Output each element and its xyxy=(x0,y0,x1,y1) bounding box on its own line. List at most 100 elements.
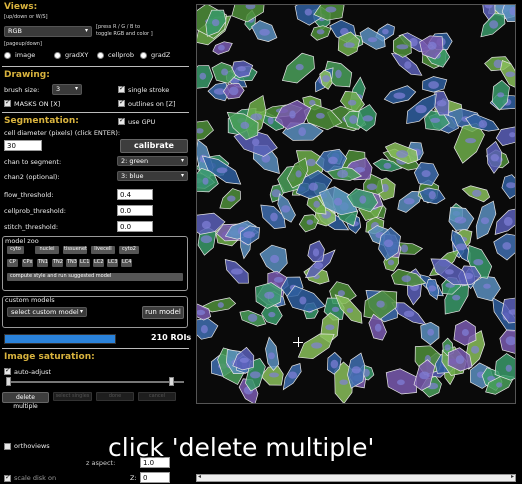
radio-gradz[interactable] xyxy=(140,52,147,59)
saturation-slider-track[interactable] xyxy=(6,381,184,383)
cell-nucleus xyxy=(322,75,330,83)
delete-multiple-button[interactable]: delete multiple xyxy=(2,392,49,410)
cell-nucleus xyxy=(273,276,284,283)
progress-bar xyxy=(4,334,116,344)
z-input[interactable]: 0 xyxy=(140,472,170,483)
calibrate-button[interactable]: calibrate xyxy=(120,139,188,153)
cell-nucleus xyxy=(259,28,270,36)
cell-nucleus xyxy=(505,71,515,78)
run-model-button[interactable]: run model xyxy=(142,306,184,319)
z-slider[interactable]: ◂ ▸ xyxy=(196,473,516,482)
single-stroke-checkbox[interactable] xyxy=(118,84,125,93)
model-tn3-button[interactable]: TN3 xyxy=(66,259,77,267)
cancel-button[interactable]: cancel xyxy=(138,392,176,401)
cell-nucleus xyxy=(490,154,499,162)
outlines-on-checkbox[interactable] xyxy=(118,98,125,107)
chan2-select[interactable]: 3: blue ▾ xyxy=(117,171,188,181)
cell-nucleus xyxy=(264,291,275,299)
cell-nucleus xyxy=(243,231,255,239)
cell-nucleus xyxy=(430,117,441,123)
stitch-threshold-input[interactable]: 0.0 xyxy=(117,221,153,232)
chan-select[interactable]: 2: green ▾ xyxy=(117,156,188,166)
custom-models-title: custom models xyxy=(5,296,55,304)
suggested-model-button[interactable]: compute style and run suggested model xyxy=(7,273,183,281)
diameter-input[interactable]: 30 xyxy=(4,140,42,151)
auto-adjust-checkbox[interactable] xyxy=(4,366,11,375)
radio-image[interactable] xyxy=(4,52,11,59)
cell-nucleus xyxy=(427,328,435,336)
cell-nucleus xyxy=(452,294,461,301)
model-cyto2-button[interactable]: cyto2 xyxy=(119,246,139,254)
rgb-select[interactable]: RGB ▾ xyxy=(4,26,92,37)
model-livecell-button[interactable]: livecell xyxy=(91,246,115,254)
flow-threshold-input[interactable]: 0.4 xyxy=(117,189,153,200)
image-viewer[interactable] xyxy=(196,4,516,404)
cell-nucleus xyxy=(401,275,412,283)
custom-model-select[interactable]: select custom model ▾ xyxy=(7,307,87,317)
cell-nucleus xyxy=(268,311,276,318)
cell-nucleus xyxy=(268,352,275,360)
cell-nucleus xyxy=(270,212,278,222)
saturation-low-handle[interactable] xyxy=(6,377,11,386)
model-cyto-button[interactable]: cyto xyxy=(7,246,24,254)
model-tn1-button[interactable]: TN1 xyxy=(37,259,48,267)
cell-nucleus xyxy=(316,112,325,119)
cell-nucleus xyxy=(384,239,394,248)
cell-nucleus xyxy=(227,195,236,202)
model-lc3-button[interactable]: LC3 xyxy=(107,259,118,267)
masks-on-checkbox[interactable] xyxy=(4,98,11,107)
progress-fill xyxy=(5,335,115,343)
model-lc4-button[interactable]: LC4 xyxy=(121,259,132,267)
use-gpu-checkbox[interactable] xyxy=(118,116,125,125)
views-title: Views: xyxy=(4,2,38,12)
orthoviews-checkbox[interactable] xyxy=(4,443,11,450)
cell-nucleus xyxy=(359,195,367,204)
select-singles-button[interactable]: select singles xyxy=(53,392,92,401)
cellprob-threshold-input[interactable]: 0.0 xyxy=(117,205,153,216)
radio-cellprob[interactable] xyxy=(97,52,104,59)
chevron-right-icon[interactable]: ▸ xyxy=(511,473,514,480)
cell-nucleus xyxy=(325,324,335,331)
radio-cellprob-label: cellprob xyxy=(108,51,134,59)
done-button[interactable]: done xyxy=(96,392,134,401)
model-nuclei-button[interactable]: nuclei xyxy=(35,246,59,254)
cell-nucleus xyxy=(337,169,349,178)
model-tissuenet-button[interactable]: tissuenet xyxy=(63,246,87,254)
model-tn2-button[interactable]: TN2 xyxy=(52,259,63,267)
model-cpx-button[interactable]: CPx xyxy=(22,259,33,267)
cell-nucleus xyxy=(212,19,220,27)
cell-nucleus xyxy=(505,336,515,346)
radio-gradxy[interactable] xyxy=(54,52,61,59)
cell-nucleus xyxy=(503,216,513,226)
cell-nucleus xyxy=(328,156,338,165)
scale-disk-checkbox[interactable] xyxy=(4,473,11,482)
cell-nucleus xyxy=(404,61,412,69)
cell-nucleus xyxy=(362,115,374,122)
chevron-left-icon[interactable]: ◂ xyxy=(198,473,201,480)
chan2-label: chan2 (optional): xyxy=(4,173,60,181)
saturation-high-handle[interactable] xyxy=(169,377,174,386)
cell-nucleus xyxy=(456,243,467,251)
cell-nucleus xyxy=(428,191,436,200)
cell-nucleus xyxy=(199,72,207,80)
radio-gradz-label: gradZ xyxy=(151,51,171,59)
cell-nucleus xyxy=(396,150,409,158)
cell-nucleus xyxy=(231,268,243,275)
cell-nucleus xyxy=(229,86,239,96)
model-lc2-button[interactable]: LC2 xyxy=(93,259,104,267)
cell-nucleus xyxy=(298,127,306,137)
cell-nucleus xyxy=(497,92,505,98)
cell-nucleus xyxy=(427,41,437,50)
scale-disk-label: scale disk on xyxy=(14,474,57,482)
toggle-hint-2: toggle RGB and color ] xyxy=(96,31,153,37)
cell-nucleus xyxy=(339,379,348,385)
cell-nucleus xyxy=(421,170,431,178)
model-cp-button[interactable]: CP xyxy=(7,259,18,267)
brush-size-select[interactable]: 3 ▾ xyxy=(52,84,82,95)
cell-nucleus xyxy=(200,235,213,244)
model-lc1-button[interactable]: LC1 xyxy=(79,259,90,267)
saturation-title: Image saturation: xyxy=(4,352,95,362)
cell-nucleus xyxy=(281,205,291,213)
cell-nucleus xyxy=(288,371,298,379)
chevron-down-icon: ▾ xyxy=(180,172,184,179)
